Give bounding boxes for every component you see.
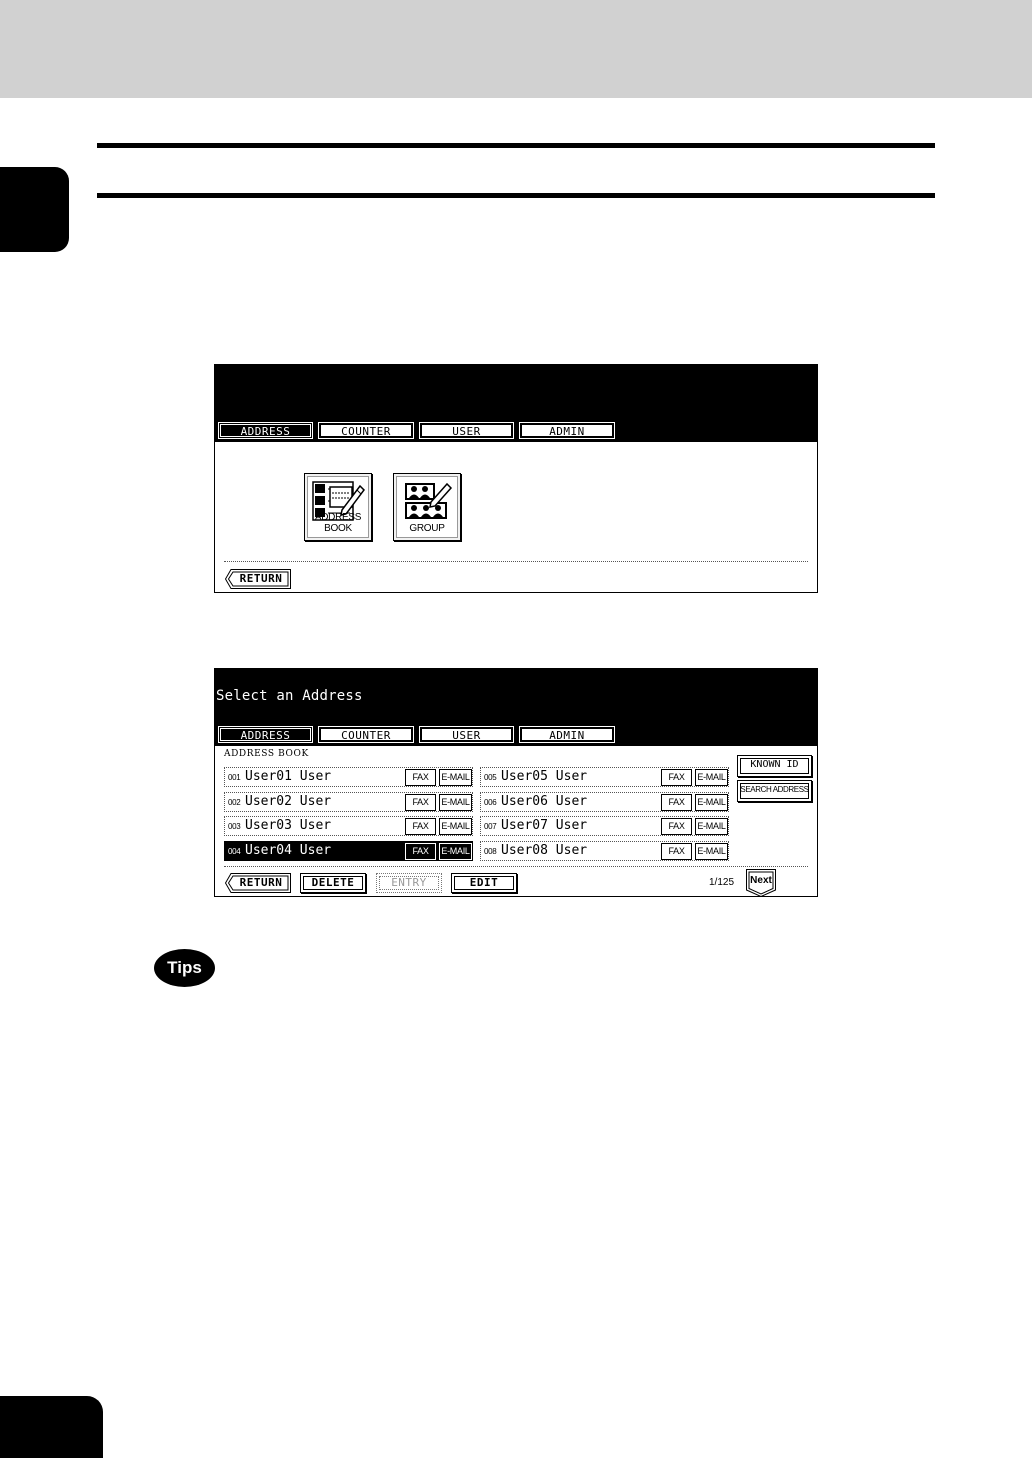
entry-number: 005 — [484, 773, 497, 782]
tab-user-label: USER — [421, 424, 512, 438]
entry-name: User04 User — [245, 843, 332, 858]
address-entry[interactable]: 005 User05 User FAX E-MAIL — [480, 767, 729, 787]
email-button[interactable]: E-MAIL — [439, 818, 472, 835]
title-rule-bottom — [97, 193, 935, 198]
divider — [224, 866, 808, 867]
email-button[interactable]: E-MAIL — [695, 818, 728, 835]
page-indicator: 1/125 — [709, 877, 735, 888]
tab-address[interactable]: ADDRESS — [218, 726, 313, 743]
fax-button[interactable]: FAX — [405, 769, 436, 786]
group-label: GROUP — [409, 523, 445, 534]
screen-header: Select an Address ADDRESS COUNTER USER A… — [215, 669, 817, 746]
address-entry[interactable]: 002 User02 User FAX E-MAIL — [224, 792, 473, 812]
tab-admin[interactable]: ADMIN — [519, 726, 615, 743]
divider — [224, 561, 808, 562]
fax-button[interactable]: FAX — [661, 843, 692, 860]
tips-badge: Tips — [154, 949, 215, 987]
fax-button[interactable]: FAX — [405, 818, 436, 835]
entry-name: User08 User — [501, 843, 588, 858]
fax-button[interactable]: FAX — [661, 794, 692, 811]
screen-title: Select an Address — [216, 688, 363, 704]
email-button[interactable]: E-MAIL — [695, 794, 728, 811]
address-entry[interactable]: 001 User01 User FAX E-MAIL — [224, 767, 473, 787]
entry-number: 002 — [228, 798, 241, 807]
email-button[interactable]: E-MAIL — [695, 769, 728, 786]
tab-counter[interactable]: COUNTER — [318, 726, 414, 743]
entry-name: User06 User — [501, 794, 588, 809]
email-button[interactable]: E-MAIL — [439, 843, 472, 860]
tab-admin-label: ADMIN — [521, 424, 613, 438]
return-button[interactable]: RETURN — [225, 569, 291, 589]
fax-button[interactable]: FAX — [405, 794, 436, 811]
fax-button[interactable]: FAX — [661, 769, 692, 786]
entry-name: User07 User — [501, 818, 588, 833]
email-button[interactable]: E-MAIL — [695, 843, 728, 860]
entry-number: 003 — [228, 822, 241, 831]
return-button[interactable]: RETURN — [225, 873, 291, 893]
entry-name: User01 User — [245, 769, 332, 784]
entry-label: ENTRY — [379, 876, 439, 890]
screen-header: ADDRESS COUNTER USER ADMIN — [215, 365, 817, 442]
entry-name: User05 User — [501, 769, 588, 784]
address-book-label: ADDRESS BOOK — [314, 512, 362, 534]
section-label: ADDRESS BOOK — [224, 749, 309, 759]
entry-button[interactable]: ENTRY — [376, 873, 442, 893]
address-entry[interactable]: 003 User03 User FAX E-MAIL — [224, 816, 473, 836]
tab-address-label: ADDRESS — [220, 424, 311, 438]
entry-name: User03 User — [245, 818, 332, 833]
known-id-button[interactable]: KNOWN ID — [737, 755, 812, 777]
entry-name: User02 User — [245, 794, 332, 809]
entry-number: 004 — [228, 847, 241, 856]
header-band — [0, 0, 1032, 98]
delete-button[interactable]: DELETE — [300, 873, 366, 893]
fax-button[interactable]: FAX — [405, 843, 436, 860]
chapter-tab — [0, 167, 69, 252]
tab-counter[interactable]: COUNTER — [318, 422, 414, 439]
tab-user[interactable]: USER — [419, 422, 514, 439]
address-entry[interactable]: 008 User08 User FAX E-MAIL — [480, 841, 729, 861]
tab-counter-label: COUNTER — [320, 728, 412, 742]
screen-address-book: Select an Address ADDRESS COUNTER USER A… — [214, 668, 818, 897]
return-label: RETURN — [239, 876, 283, 889]
tab-address-label: ADDRESS — [220, 728, 311, 742]
tab-user-label: USER — [421, 728, 512, 742]
tab-address[interactable]: ADDRESS — [218, 422, 313, 439]
tab-admin-label: ADMIN — [521, 728, 613, 742]
entry-number: 001 — [228, 773, 241, 782]
address-entry[interactable]: 006 User06 User FAX E-MAIL — [480, 792, 729, 812]
page-number-tab — [0, 1396, 103, 1458]
group-icon — [405, 482, 453, 519]
entry-number: 008 — [484, 847, 497, 856]
next-label: Next — [750, 875, 772, 886]
delete-label: DELETE — [303, 876, 363, 890]
entry-number: 007 — [484, 822, 497, 831]
edit-label: EDIT — [454, 876, 514, 890]
screen-admin-address: ADDRESS COUNTER USER ADMIN ADDRESS BOOK — [214, 364, 818, 593]
tab-counter-label: COUNTER — [320, 424, 412, 438]
address-book-button[interactable]: ADDRESS BOOK — [304, 473, 372, 541]
address-entry-selected[interactable]: 004 User04 User FAX E-MAIL — [224, 841, 473, 861]
search-address-button[interactable]: SEARCH ADDRESS — [737, 780, 812, 802]
tab-user[interactable]: USER — [419, 726, 514, 743]
group-button[interactable]: GROUP — [393, 473, 461, 541]
title-rule-top — [97, 143, 935, 148]
address-entry[interactable]: 007 User07 User FAX E-MAIL — [480, 816, 729, 836]
entry-number: 006 — [484, 798, 497, 807]
email-button[interactable]: E-MAIL — [439, 769, 472, 786]
next-button[interactable]: Next — [746, 869, 776, 896]
return-label: RETURN — [239, 572, 283, 585]
email-button[interactable]: E-MAIL — [439, 794, 472, 811]
tab-admin[interactable]: ADMIN — [519, 422, 615, 439]
edit-button[interactable]: EDIT — [451, 873, 517, 893]
fax-button[interactable]: FAX — [661, 818, 692, 835]
